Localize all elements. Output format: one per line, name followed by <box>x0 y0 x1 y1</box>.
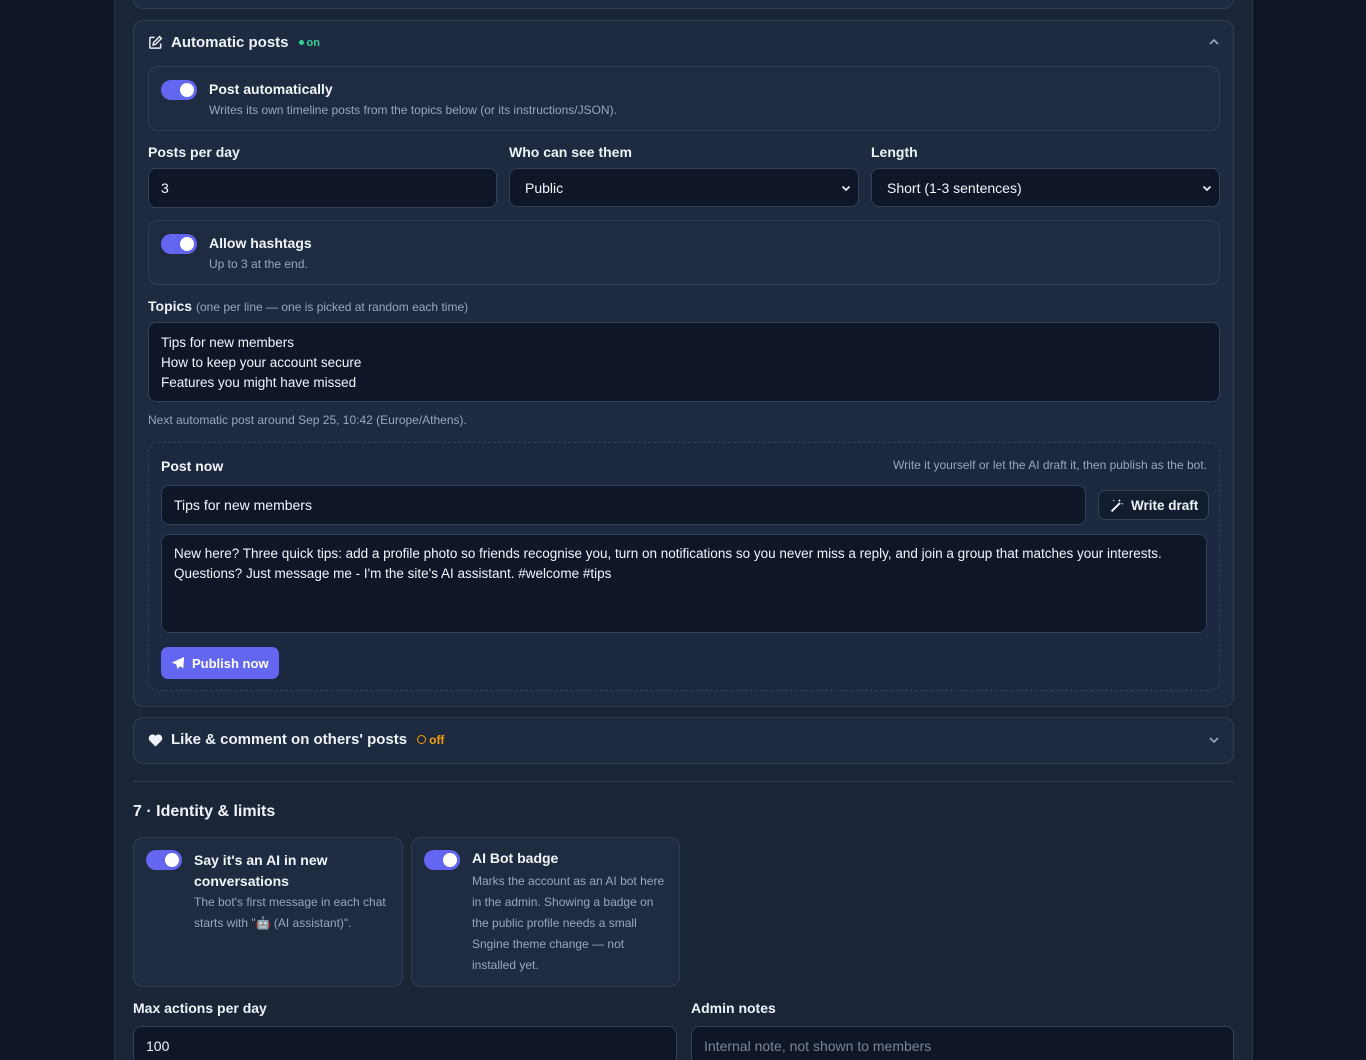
say-ai-title: Say it's an AI in new conversations <box>194 852 328 889</box>
length-label: Length <box>871 144 918 160</box>
post-now-title: Post now <box>161 458 224 474</box>
post-automatically-desc: Writes its own timeline posts from the t… <box>209 103 617 117</box>
allow-hashtags-toggle[interactable] <box>161 234 197 254</box>
allow-hashtags-card: Allow hashtags Up to 3 at the end. <box>148 220 1220 285</box>
post-body-textarea[interactable]: New here? Three quick tips: add a profil… <box>161 534 1207 633</box>
max-actions-input[interactable]: 100 <box>133 1026 677 1060</box>
chevron-down-icon <box>1202 185 1212 192</box>
send-icon <box>171 656 185 670</box>
ai-badge-card: AI Bot badge Marks the account as an AI … <box>411 837 680 987</box>
post-automatically-toggle[interactable] <box>161 80 197 100</box>
edit-icon <box>149 35 163 49</box>
post-topic-input[interactable]: Tips for new members <box>161 485 1086 525</box>
status-badge: off <box>417 733 444 747</box>
visibility-label: Who can see them <box>509 144 632 160</box>
length-select[interactable]: Short (1-3 sentences) <box>871 168 1220 207</box>
write-draft-label: Write draft <box>1131 497 1199 513</box>
admin-notes-input[interactable]: Internal note, not shown to members <box>691 1026 1234 1060</box>
post-now-box: Post now Write it yourself or let the AI… <box>148 442 1220 691</box>
allow-hashtags-desc: Up to 3 at the end. <box>209 257 308 271</box>
section-divider <box>133 781 1234 782</box>
status-badge: on <box>298 37 320 49</box>
publish-now-label: Publish now <box>192 655 269 671</box>
automatic-posts-section: Automatic posts on Post automatically Wr… <box>133 20 1234 707</box>
topics-hint: (one per line — one is picked at random … <box>195 300 469 314</box>
section-title: Automatic posts <box>171 34 289 51</box>
identity-heading: 7 · Identity & limits <box>133 803 276 820</box>
automatic-posts-header[interactable]: Automatic posts on <box>148 34 320 51</box>
topics-textarea[interactable]: Tips for new members How to keep your ac… <box>148 322 1220 402</box>
admin-notes-placeholder: Internal note, not shown to members <box>704 1038 932 1054</box>
ai-badge-desc: Marks the account as an AI bot here in t… <box>472 874 665 972</box>
max-actions-label: Max actions per day <box>133 1000 267 1016</box>
like-comment-section[interactable]: Like & comment on others' posts off <box>133 717 1234 764</box>
publish-now-button[interactable]: Publish now <box>161 647 279 679</box>
posts-per-day-label: Posts per day <box>148 144 240 160</box>
topics-label: Topics (one per line — one is picked at … <box>148 298 468 314</box>
allow-hashtags-title: Allow hashtags <box>209 235 312 251</box>
post-automatically-card: Post automatically Writes its own timeli… <box>148 66 1220 131</box>
length-value: Short (1-3 sentences) <box>887 179 1022 196</box>
say-ai-desc: The bot's first message in each chat sta… <box>194 895 386 930</box>
heart-icon <box>148 733 163 747</box>
chevron-down-icon[interactable] <box>1207 733 1221 747</box>
say-ai-toggle[interactable] <box>146 850 182 870</box>
posts-per-day-input[interactable]: 3 <box>148 168 497 208</box>
topics-label-text: Topics <box>148 298 193 314</box>
like-comment-header: Like & comment on others' posts off <box>148 731 444 748</box>
chevron-up-icon[interactable] <box>1207 35 1221 49</box>
say-ai-card: Say it's an AI in new conversations The … <box>133 837 403 987</box>
visibility-value: Public <box>525 179 564 196</box>
chevron-down-icon <box>841 185 851 192</box>
ai-badge-title: AI Bot badge <box>472 850 559 866</box>
post-now-hint: Write it yourself or let the AI draft it… <box>893 458 1207 472</box>
next-post-info: Next automatic post around Sep 25, 10:42… <box>148 413 467 427</box>
magic-wand-icon <box>1110 498 1124 512</box>
post-automatically-title: Post automatically <box>209 81 333 97</box>
ai-badge-toggle[interactable] <box>424 850 460 870</box>
section-title: Like & comment on others' posts <box>171 731 408 748</box>
previous-section-card <box>133 0 1234 9</box>
write-draft-button[interactable]: Write draft <box>1098 490 1210 520</box>
settings-panel: Automatic posts on Post automatically Wr… <box>114 0 1253 1060</box>
visibility-select[interactable]: Public <box>509 168 859 207</box>
admin-notes-label: Admin notes <box>691 1000 776 1016</box>
